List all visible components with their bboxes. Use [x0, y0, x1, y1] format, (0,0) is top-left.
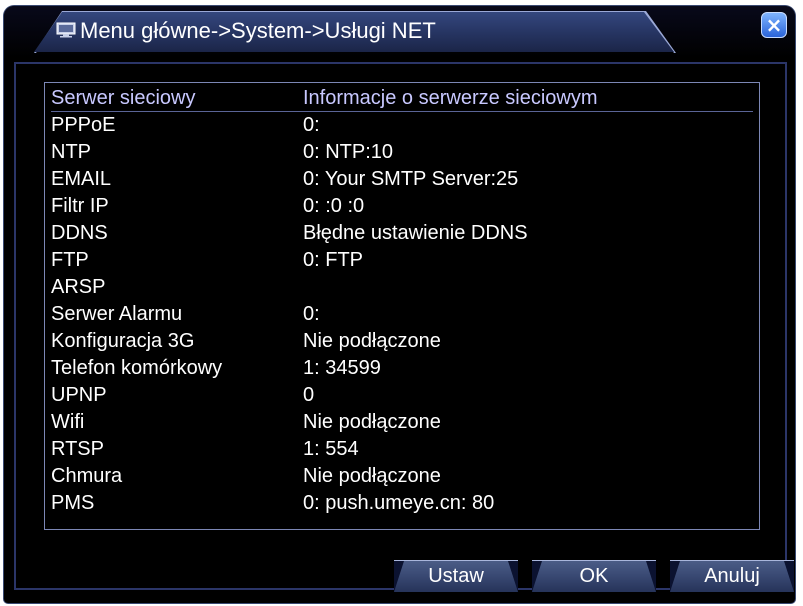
server-name: Konfiguracja 3G [51, 330, 195, 352]
table-row[interactable]: PPPoE 0: [51, 112, 753, 138]
table-row[interactable]: PMS 0: push.umeye.cn: 80 [51, 490, 753, 516]
cancel-button[interactable]: Anuluj [670, 560, 794, 592]
table-row[interactable]: RTSP 1: 554 [51, 436, 753, 462]
set-button[interactable]: Ustaw [394, 560, 518, 592]
page: Menu główne->System->Usługi NET × Serwer… [0, 0, 803, 606]
table-row[interactable]: Wifi Nie podłączone [51, 409, 753, 435]
column-header-server: Serwer sieciowy [51, 87, 196, 109]
server-name: RTSP [51, 438, 104, 460]
server-name: Serwer Alarmu [51, 303, 183, 325]
table-row[interactable]: Chmura Nie podłączone [51, 463, 753, 489]
server-info: Nie podłączone [303, 465, 441, 487]
table-row[interactable]: Filtr IP 0: :0 :0 [51, 193, 753, 219]
server-name: DDNS [51, 222, 108, 244]
ok-button[interactable]: OK [532, 560, 656, 592]
server-info: 1: 34599 [303, 357, 381, 379]
server-info: 0: push.umeye.cn: 80 [303, 492, 495, 514]
server-name: ARSP [51, 276, 106, 298]
server-info: 0: FTP [303, 249, 364, 271]
content-panel: Serwer sieciowy Informacje o serwerze si… [14, 62, 794, 592]
net-services-dialog: Menu główne->System->Usługi NET × Serwer… [4, 6, 795, 603]
server-info: 0 [303, 384, 315, 406]
server-name: NTP [51, 141, 91, 163]
table-row[interactable]: NTP 0: NTP:10 [51, 139, 753, 165]
server-info: 1: 554 [303, 438, 359, 460]
server-info: 0: NTP:10 [303, 141, 394, 163]
window-title: Menu główne->System->Usługi NET [80, 18, 436, 43]
server-info: 0: [303, 303, 320, 325]
server-info: Nie podłączone [303, 330, 441, 352]
close-icon[interactable]: × [761, 12, 787, 38]
server-name: UPNP [51, 384, 107, 406]
table-row[interactable]: ARSP [51, 274, 753, 300]
table-row[interactable]: UPNP 0 [51, 382, 753, 408]
table-header: Serwer sieciowy Informacje o serwerze si… [51, 85, 753, 112]
table-row[interactable]: Serwer Alarmu 0: [51, 301, 753, 327]
monitor-icon [56, 22, 76, 38]
server-info: Błędne ustawienie DDNS [303, 222, 528, 244]
table-row[interactable]: FTP 0: FTP [51, 247, 753, 273]
server-info: 0: [303, 114, 320, 136]
server-name: FTP [51, 249, 89, 271]
table-row[interactable]: DDNS Błędne ustawienie DDNS [51, 220, 753, 246]
server-name: Filtr IP [51, 195, 109, 217]
table-row[interactable]: Telefon komórkowy 1: 34599 [51, 355, 753, 381]
net-services-table: Serwer sieciowy Informacje o serwerze si… [44, 82, 760, 530]
server-info: 0: Your SMTP Server:25 [303, 168, 519, 190]
server-name: Wifi [51, 411, 85, 433]
table-row[interactable]: EMAIL 0: Your SMTP Server:25 [51, 166, 753, 192]
server-name: PPPoE [51, 114, 116, 136]
table-row[interactable]: Konfiguracja 3G Nie podłączone [51, 328, 753, 354]
server-info: 0: :0 :0 [303, 195, 365, 217]
server-name: Chmura [51, 465, 123, 487]
server-name: EMAIL [51, 168, 112, 190]
column-header-info: Informacje o serwerze sieciowym [303, 87, 598, 109]
server-name: Telefon komórkowy [51, 357, 223, 379]
title-bar: Menu główne->System->Usługi NET × [4, 6, 795, 58]
server-info: Nie podłączone [303, 411, 441, 433]
server-name: PMS [51, 492, 95, 514]
